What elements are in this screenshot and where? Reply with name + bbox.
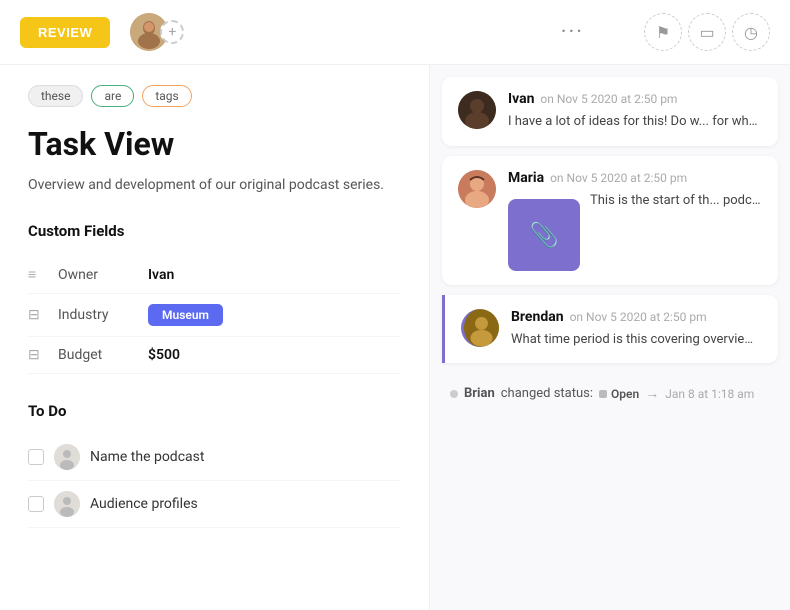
industry-icon: ⊟ (28, 307, 48, 323)
comment-body-maria: Maria on Nov 5 2020 at 2:50 pm 📎 This is… (508, 170, 762, 271)
todo-title: To Do (28, 402, 401, 420)
avatar-ivan (458, 91, 496, 129)
comment-time-brendan: on Nov 5 2020 at 2:50 pm (570, 310, 707, 324)
comment-header-maria: Maria on Nov 5 2020 at 2:50 pm (508, 170, 762, 186)
todo-text-2: Audience profiles (90, 496, 198, 512)
review-button[interactable]: REVIEW (20, 17, 110, 48)
comment-body-ivan: Ivan on Nov 5 2020 at 2:50 pm I have a l… (508, 91, 762, 132)
clock-icon[interactable]: ◷ (732, 13, 770, 51)
status-dot (450, 390, 458, 398)
comment-ivan: Ivan on Nov 5 2020 at 2:50 pm I have a l… (442, 77, 778, 146)
avatar-group: + (130, 13, 184, 51)
tag-these[interactable]: these (28, 85, 83, 107)
comment-author-maria: Maria (508, 170, 544, 186)
status-time: Jan 8 at 1:18 am (665, 387, 754, 401)
budget-value[interactable]: $500 (148, 347, 180, 363)
todo-section: To Do Name the podcast (28, 402, 401, 528)
todo-text-1: Name the podcast (90, 449, 204, 465)
comment-with-attachment: 📎 This is the start of th... podcast, le… (508, 191, 762, 271)
calendar-icon[interactable]: ▭ (688, 13, 726, 51)
comment-time-maria: on Nov 5 2020 at 2:50 pm (550, 171, 687, 185)
tag-are[interactable]: are (91, 85, 134, 107)
status-change-author: Brian (464, 386, 495, 401)
comment-text-maria: This is the start of th... podcast, let … (590, 191, 762, 211)
main-content: these are tags Task View Overview and de… (0, 65, 790, 610)
attachment-icon: 📎 (529, 221, 559, 249)
comment-brendan: Brendan on Nov 5 2020 at 2:50 pm What ti… (442, 295, 778, 364)
budget-label: Budget (58, 347, 148, 363)
custom-fields-title: Custom Fields (28, 222, 401, 240)
owner-value[interactable]: Ivan (148, 267, 174, 283)
industry-label: Industry (58, 307, 148, 323)
custom-fields-section: Custom Fields ≡ Owner Ivan ⊟ Industry Mu… (28, 222, 401, 374)
todo-avatar-2 (54, 491, 80, 517)
todo-checkbox-1[interactable] (28, 449, 44, 465)
tag-tags[interactable]: tags (142, 85, 191, 107)
status-change-row: Brian changed status: Open → Jan 8 at 1:… (430, 373, 790, 414)
field-owner: ≡ Owner Ivan (28, 256, 401, 294)
comment-author-ivan: Ivan (508, 91, 534, 107)
add-member-button[interactable]: + (160, 20, 184, 44)
status-change-action: changed status: (501, 386, 593, 401)
status-arrow: → (645, 385, 659, 402)
left-panel: these are tags Task View Overview and de… (0, 65, 430, 610)
page-description: Overview and development of our original… (28, 175, 401, 196)
header: REVIEW + ··· ⚑ ▭ ◷ (0, 0, 790, 65)
field-budget: ⊟ Budget $500 (28, 337, 401, 374)
owner-label: Owner (58, 267, 148, 283)
field-industry: ⊟ Industry Museum (28, 294, 401, 337)
comment-author-brendan: Brendan (511, 309, 564, 325)
more-options-button[interactable]: ··· (561, 20, 584, 45)
avatar-brendan (461, 309, 499, 347)
comment-body-brendan: Brendan on Nov 5 2020 at 2:50 pm What ti… (511, 309, 762, 350)
page-title: Task View (28, 125, 401, 163)
todo-checkbox-2[interactable] (28, 496, 44, 512)
avatar-maria (458, 170, 496, 208)
flag-icon[interactable]: ⚑ (644, 13, 682, 51)
right-panel: Ivan on Nov 5 2020 at 2:50 pm I have a l… (430, 65, 790, 610)
comment-header-brendan: Brendan on Nov 5 2020 at 2:50 pm (511, 309, 762, 325)
budget-icon: ⊟ (28, 347, 48, 363)
owner-icon: ≡ (28, 266, 48, 283)
tags-row: these are tags (28, 85, 401, 107)
header-action-icons: ⚑ ▭ ◷ (644, 13, 770, 51)
status-from: Open (599, 387, 639, 401)
comment-header-ivan: Ivan on Nov 5 2020 at 2:50 pm (508, 91, 762, 107)
todo-item-2: Audience profiles (28, 481, 401, 528)
todo-item: Name the podcast (28, 434, 401, 481)
comment-time-ivan: on Nov 5 2020 at 2:50 pm (540, 92, 677, 106)
todo-avatar-1 (54, 444, 80, 470)
industry-value[interactable]: Museum (148, 304, 223, 326)
comment-text-brendan: What time period is this covering overvi… (511, 330, 762, 350)
comment-text-ivan: I have a lot of ideas for this! Do w... … (508, 112, 762, 132)
attachment-thumbnail[interactable]: 📎 (508, 199, 580, 271)
comment-maria: Maria on Nov 5 2020 at 2:50 pm 📎 This is… (442, 156, 778, 285)
